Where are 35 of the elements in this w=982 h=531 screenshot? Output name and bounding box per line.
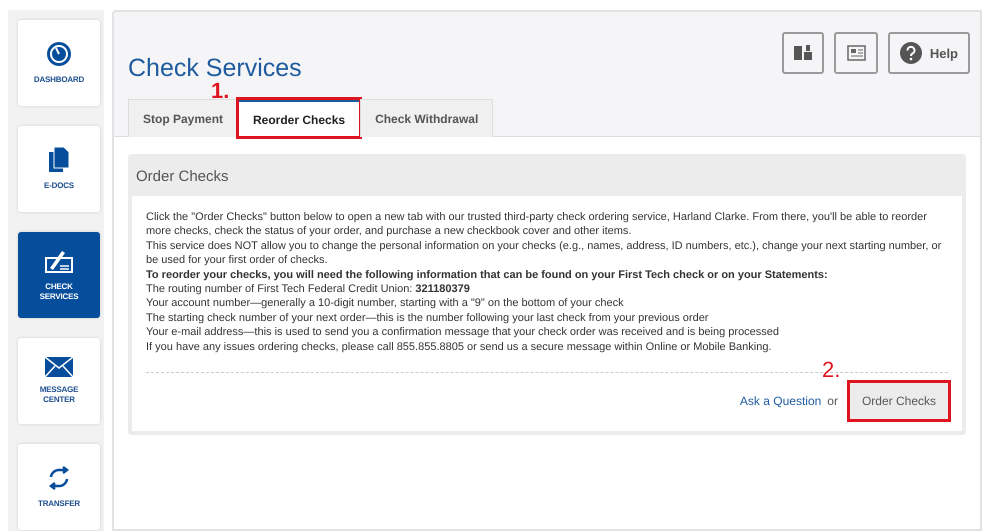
news-button[interactable] [834,32,878,74]
nav-item[interactable]: TRANSFER [18,444,100,530]
tab[interactable]: Check Withdrawal [360,99,494,137]
nav-label: MESSAGE CENTER [38,384,80,406]
page-title: Check Services [128,54,302,82]
documents-icon [49,146,69,173]
info-text: This service does NOT allow you to change the personal information on your checks (e.g., names, address, ID numbers, etc.), change your next starting number, or be used for your first order of checks. [146,238,942,268]
step-number: 2. [822,359,840,382]
book-icon [794,45,812,61]
nav-label: TRANSFER [38,498,80,510]
envelope-icon [45,356,73,377]
panel-title: Order Checks [135,167,230,187]
nav-item[interactable]: MESSAGE CENTER [18,338,100,424]
book-button[interactable] [782,32,824,74]
info-text: Your e-mail address—this is used to send you a confirmation message that your check order was received and is being processed [146,325,780,340]
gauge-icon [46,40,72,67]
help-icon [900,42,922,64]
info-text: Click the "Order Checks" button below to open a new tab with our trusted third-party check ordering service, Harland Clarke. From there, you'll be able to reorder more checks, check the status of your order, and purchase a new checkbook cover and other items. [146,210,928,239]
info-text: Your account number—generally a 10-digit number, starting with a "9" on the bottom of your check [146,296,625,311]
info-text: To reorder your checks, you will need the following information that can be found on your First Tech check or on your Statements: [146,268,829,282]
nav-label: E-DOCS [44,180,74,192]
tab[interactable]: Stop Payment [128,99,238,137]
info-text: The starting check number of your next order—this is the number following your last check from your previous order [146,310,710,326]
nav-item[interactable]: CHECK SERVICES [18,232,100,318]
help-button[interactable]: Help [888,32,970,74]
info-text: The routing number of First Tech Federal Credit Union: 321180379 [146,282,471,296]
or-text: or [827,394,838,408]
ask-question-link[interactable]: Ask a Question [740,394,822,408]
info-text: If you have any issues ordering checks, please call 855.855.8805 or send us a secure message within Online or Mobile Banking. [146,340,773,354]
nav-label: DASHBOARD [34,74,84,86]
newspaper-icon [846,45,866,61]
nav-item[interactable]: DASHBOARD [18,20,100,106]
nav-item[interactable]: E-DOCS [18,126,100,212]
nav-label: CHECK SERVICES [38,282,80,302]
step-number: 1. [211,80,230,102]
